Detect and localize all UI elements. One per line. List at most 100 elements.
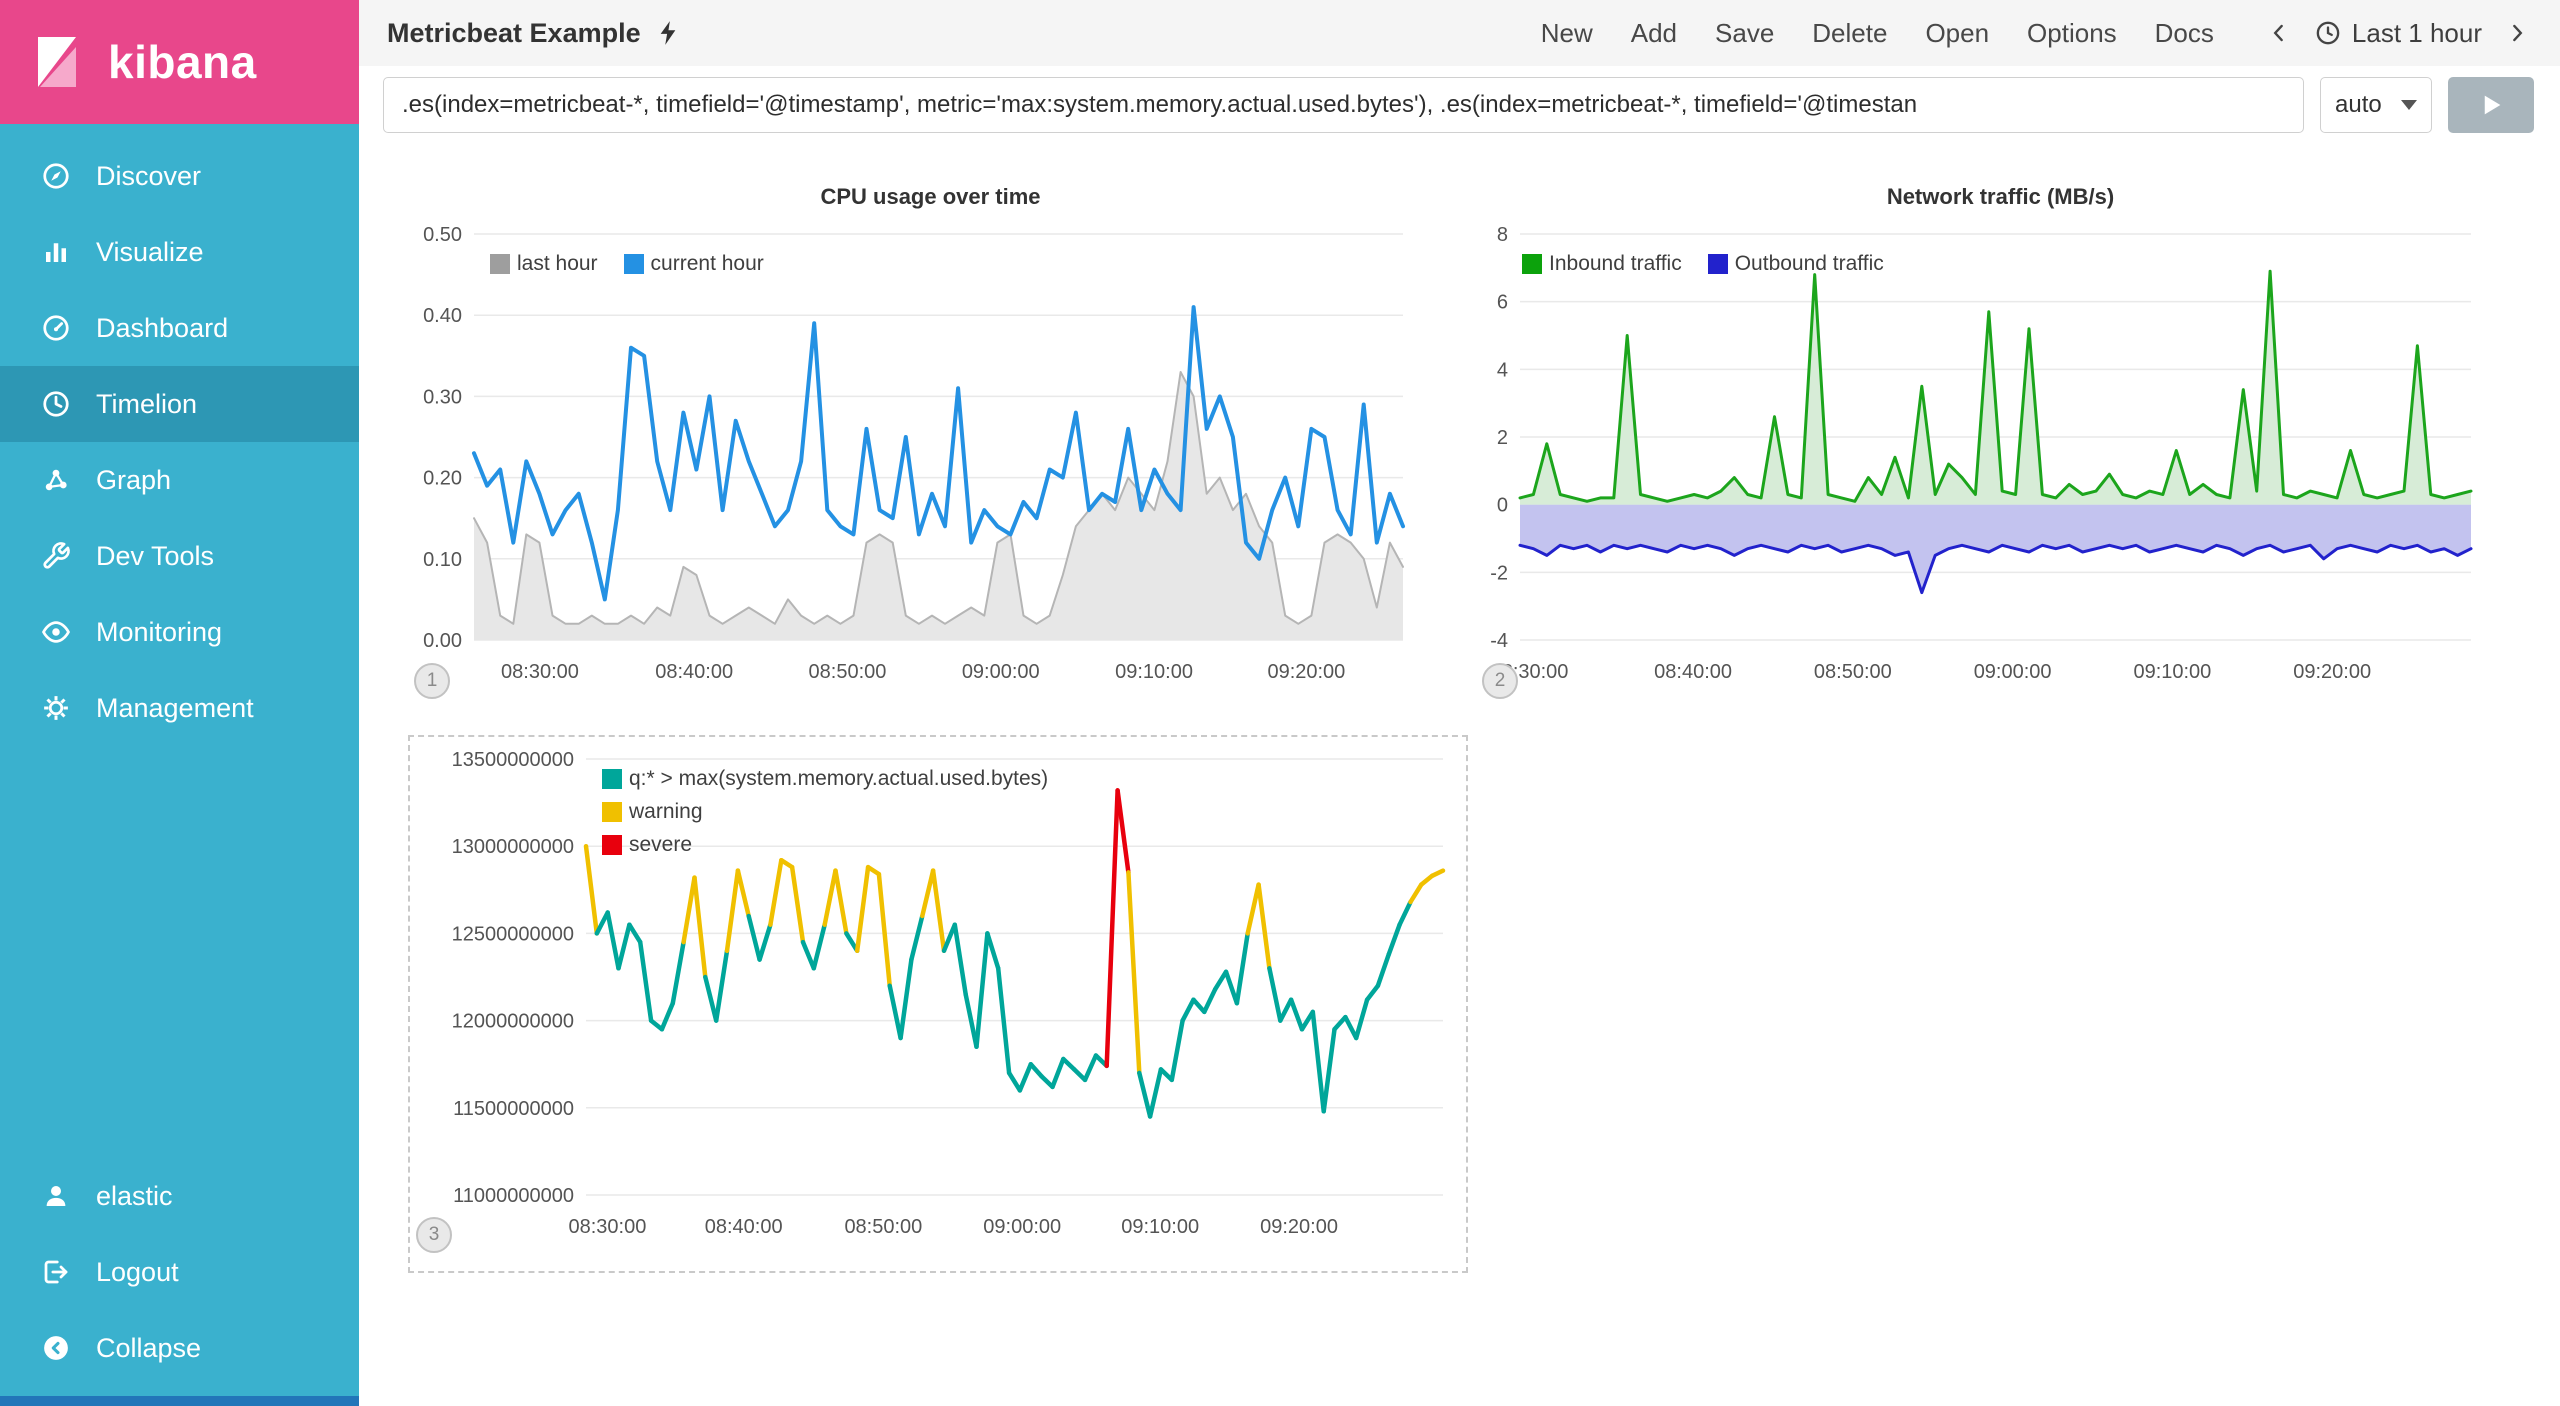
memory-chart-panel-selected[interactable]: q:* > max(system.memory.actual.used.byte… [408,735,1468,1273]
menu-item-delete[interactable]: Delete [1812,18,1887,49]
chart-index-badge: 1 [414,663,450,699]
svg-text:2: 2 [1497,427,1508,449]
legend-label: last hour [517,252,598,276]
svg-text:08:50:00: 08:50:00 [1814,661,1892,683]
play-icon [2476,90,2506,120]
chart-legend: q:* > max(system.memory.actual.used.byte… [602,767,1048,857]
top-menu: New Add Save Delete Open Options Docs La… [1541,18,2530,49]
legend-item[interactable]: Outbound traffic [1708,252,1884,276]
menu-item-docs[interactable]: Docs [2155,18,2214,49]
kibana-logo-icon [26,31,88,93]
bar-chart-icon [40,236,72,268]
legend-label: q:* > max(system.memory.actual.used.byte… [629,767,1048,791]
svg-text:09:20:00: 09:20:00 [2293,661,2371,683]
svg-text:09:10:00: 09:10:00 [1115,661,1193,683]
sidebar-item-logout[interactable]: Logout [0,1234,359,1310]
svg-text:8: 8 [1497,224,1508,246]
svg-text:09:10:00: 09:10:00 [2133,661,2211,683]
sidebar-item-discover[interactable]: Discover [0,138,359,214]
chevron-down-icon [2401,100,2417,110]
run-button[interactable] [2448,77,2534,133]
legend-item[interactable]: Inbound traffic [1522,252,1682,276]
svg-text:0.00: 0.00 [423,630,462,652]
interval-select[interactable]: auto [2320,77,2432,133]
sidebar-item-management[interactable]: Management [0,670,359,746]
sidebar-footer: elastic Logout Collapse [0,1158,359,1396]
svg-text:11000000000: 11000000000 [453,1185,574,1207]
svg-text:0.50: 0.50 [423,224,462,246]
svg-text:13500000000: 13500000000 [452,749,574,771]
bolt-icon [657,18,681,48]
collapse-icon [40,1332,72,1364]
chart-title: Network traffic (MB/s) [1478,180,2523,214]
sidebar-item-collapse[interactable]: Collapse [0,1310,359,1386]
chevron-right-icon[interactable] [2504,18,2530,48]
query-bar: auto [359,66,2560,144]
sidebar-item-label: Dashboard [96,313,228,344]
legend-label: Outbound traffic [1735,252,1884,276]
legend-swatch [602,769,622,789]
compass-icon [40,160,72,192]
legend-item[interactable]: warning [602,800,1048,824]
sidebar: kibana Discover Visualize Dashboard Time… [0,0,359,1406]
sidebar-item-user-elastic[interactable]: elastic [0,1158,359,1234]
cpu-chart-panel[interactable]: CPU usage over time last hourcurrent hou… [408,180,1453,715]
legend-label: Inbound traffic [1549,252,1682,276]
legend-item[interactable]: current hour [624,252,764,276]
legend-swatch [602,802,622,822]
sidebar-item-label: Visualize [96,237,204,268]
sidebar-item-label: Timelion [96,389,197,420]
legend-item[interactable]: q:* > max(system.memory.actual.used.byte… [602,767,1048,791]
chart-index-badge: 3 [416,1217,452,1253]
network-chart-panel[interactable]: Network traffic (MB/s) Inbound traffic Ou… [1478,180,2523,715]
legend-label: current hour [651,252,764,276]
legend-label: severe [629,833,692,857]
svg-text:0.40: 0.40 [423,305,462,327]
time-picker[interactable]: Last 1 hour [2314,18,2482,49]
top-bar: Metricbeat Example New Add Save Delete O… [359,0,2560,66]
svg-text:0.30: 0.30 [423,386,462,408]
interval-value: auto [2335,91,2382,119]
cpu-chart-plot: 0.000.100.200.300.400.5008:30:0008:40:00… [408,214,1453,684]
sidebar-item-monitoring[interactable]: Monitoring [0,594,359,670]
sidebar-item-dev-tools[interactable]: Dev Tools [0,518,359,594]
chart-legend: last hour current hour [490,252,764,276]
sidebar-item-timelion[interactable]: Timelion [0,366,359,442]
legend-item[interactable]: severe [602,833,1048,857]
clock-chart-icon [40,388,72,420]
timelion-expression-input[interactable] [383,77,2304,133]
chevron-left-icon[interactable] [2266,18,2292,48]
gauge-icon [40,312,72,344]
legend-item[interactable]: last hour [490,252,598,276]
sidebar-item-graph[interactable]: Graph [0,442,359,518]
sidebar-item-label: Dev Tools [96,541,214,572]
menu-item-new[interactable]: New [1541,18,1593,49]
time-nav: Last 1 hour [2266,18,2530,49]
main-area: Metricbeat Example New Add Save Delete O… [359,0,2560,1406]
svg-text:08:30:00: 08:30:00 [568,1216,646,1238]
kibana-logo[interactable]: kibana [0,0,359,124]
sidebar-item-dashboard[interactable]: Dashboard [0,290,359,366]
chart-index-badge: 2 [1482,663,1518,699]
sidebar-item-label: Collapse [96,1333,201,1364]
app-window: kibana Discover Visualize Dashboard Time… [0,0,2560,1406]
logout-icon [40,1256,72,1288]
menu-item-open[interactable]: Open [1925,18,1989,49]
svg-text:13000000000: 13000000000 [452,836,574,858]
sidebar-item-label: Logout [96,1257,179,1288]
chart-legend: Inbound traffic Outbound traffic [1522,252,1884,276]
svg-text:08:30:00: 08:30:00 [501,661,579,683]
menu-item-save[interactable]: Save [1715,18,1774,49]
legend-swatch [602,835,622,855]
menu-item-add[interactable]: Add [1631,18,1677,49]
svg-text:09:20:00: 09:20:00 [1260,1216,1338,1238]
graph-icon [40,464,72,496]
menu-item-options[interactable]: Options [2027,18,2117,49]
network-chart-plot: -4-20246808:30:0008:40:0008:50:0009:00:0… [1478,214,2523,684]
svg-text:08:50:00: 08:50:00 [809,661,887,683]
svg-text:-2: -2 [1490,562,1508,584]
svg-text:09:00:00: 09:00:00 [983,1216,1061,1238]
sidebar-item-visualize[interactable]: Visualize [0,214,359,290]
sidebar-bottom-strip [0,1396,359,1406]
svg-text:09:00:00: 09:00:00 [1974,661,2052,683]
